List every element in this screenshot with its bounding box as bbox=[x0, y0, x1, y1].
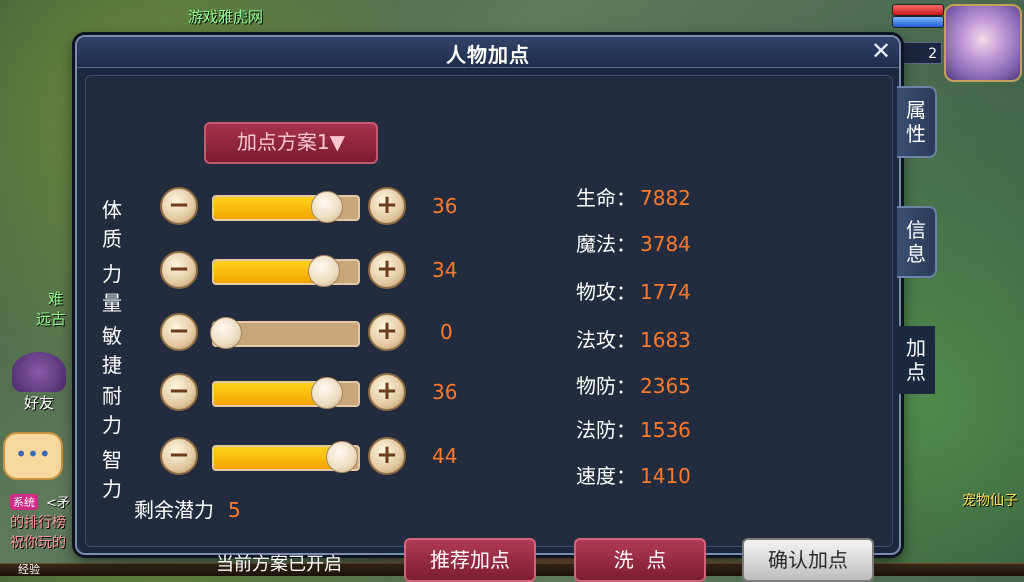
attr-label: 法防： bbox=[576, 418, 636, 442]
plus-button[interactable]: + bbox=[368, 373, 406, 411]
friend-label[interactable]: 好友 bbox=[24, 392, 54, 413]
stat-slider[interactable] bbox=[210, 317, 360, 349]
attr-physical-defense: 物防： 2365 bbox=[576, 370, 691, 399]
attr-value: 1410 bbox=[640, 464, 691, 488]
recommend-points-button[interactable]: 推荐加点 bbox=[404, 538, 536, 582]
plus-button[interactable]: + bbox=[368, 187, 406, 225]
chat-line-2: 的排行榜 bbox=[10, 515, 66, 531]
player-avatar[interactable] bbox=[944, 4, 1022, 82]
stat-slider-fill bbox=[214, 197, 326, 219]
stat-slider-knob[interactable] bbox=[308, 255, 340, 287]
stat-slider[interactable] bbox=[212, 255, 360, 287]
minus-button[interactable]: − bbox=[160, 437, 198, 475]
confirm-points-button[interactable]: 确认加点 bbox=[742, 538, 874, 582]
attr-physical-attack: 物攻： 1774 bbox=[576, 276, 691, 305]
tab-label: 加点 bbox=[906, 336, 926, 384]
attr-value: 1536 bbox=[640, 418, 691, 442]
stat-label: 体质 bbox=[102, 198, 122, 251]
plus-button[interactable]: + bbox=[368, 313, 406, 351]
stat-label: 力量 bbox=[102, 262, 122, 315]
stat-label: 智力 bbox=[102, 448, 122, 501]
attr-magic-defense: 法防： 1536 bbox=[576, 414, 691, 443]
minus-button[interactable]: − bbox=[160, 313, 198, 351]
dialog-title: 人物加点 bbox=[446, 43, 530, 67]
attr-label: 物攻： bbox=[576, 280, 636, 304]
left-name-2: 远古 bbox=[36, 310, 67, 328]
minus-button[interactable]: − bbox=[160, 187, 198, 225]
tab-info[interactable]: 信息 bbox=[897, 206, 937, 278]
stat-slider-knob[interactable] bbox=[311, 377, 343, 409]
attr-label: 法攻： bbox=[576, 328, 636, 352]
attr-label: 物防： bbox=[576, 374, 636, 398]
tab-label: 信息 bbox=[906, 218, 926, 266]
friend-icon[interactable] bbox=[12, 352, 66, 392]
mp-bar bbox=[892, 16, 944, 28]
attribute-point-dialog: 人物加点 ✕ 加点方案1▼ 体质 − + 36 力量 − + 34 敏捷 − +… bbox=[75, 35, 901, 582]
tab-attributes[interactable]: 属性 bbox=[897, 86, 937, 158]
stat-slider-fill bbox=[214, 261, 323, 283]
stat-slider[interactable] bbox=[212, 377, 360, 409]
stat-label: 耐力 bbox=[102, 384, 122, 437]
stat-slider-knob[interactable] bbox=[311, 191, 343, 223]
stat-slider-fill bbox=[214, 447, 341, 469]
dialog-content: 加点方案1▼ 体质 − + 36 力量 − + 34 敏捷 − + 0 耐力 −… bbox=[85, 75, 893, 582]
attr-magic-attack: 法攻： 1683 bbox=[576, 324, 691, 353]
stat-value: 36 bbox=[432, 194, 458, 218]
minus-button[interactable]: − bbox=[160, 251, 198, 289]
plus-button[interactable]: + bbox=[368, 437, 406, 475]
stat-slider-knob[interactable] bbox=[210, 317, 242, 349]
close-icon[interactable]: ✕ bbox=[869, 39, 893, 63]
attr-mp: 魔法： 3784 bbox=[576, 228, 691, 257]
attr-label: 魔法： bbox=[576, 232, 636, 256]
attr-value: 2365 bbox=[640, 374, 691, 398]
stat-slider-fill bbox=[214, 383, 326, 405]
attr-speed: 速度： 1410 bbox=[576, 460, 691, 489]
exp-label: 经验 bbox=[18, 563, 40, 576]
tab-add-points[interactable]: 加点 bbox=[897, 326, 935, 394]
stat-value: 36 bbox=[432, 380, 458, 404]
remaining-label: 剩余潜力 bbox=[134, 498, 214, 522]
level-indicator: 2 bbox=[902, 42, 942, 64]
remaining-value: 5 bbox=[228, 498, 241, 522]
attr-hp: 生命： 7882 bbox=[576, 182, 691, 211]
stat-slider[interactable] bbox=[212, 441, 360, 473]
system-badge: 系统 bbox=[10, 494, 38, 510]
attr-value: 7882 bbox=[640, 186, 691, 210]
scheme-status-text: 当前方案已开启 bbox=[216, 554, 342, 575]
stat-label: 敏捷 bbox=[102, 324, 122, 377]
chat-icon[interactable] bbox=[3, 432, 63, 480]
chat-line-1: <矛 bbox=[46, 496, 70, 511]
attr-value: 1683 bbox=[640, 328, 691, 352]
stat-slider-knob[interactable] bbox=[326, 441, 358, 473]
stat-value: 34 bbox=[432, 258, 458, 282]
stat-value: 44 bbox=[432, 444, 458, 468]
remaining-points: 剩余潜力 5 bbox=[134, 494, 241, 523]
attr-value: 1774 bbox=[640, 280, 691, 304]
plus-button[interactable]: + bbox=[368, 251, 406, 289]
scheme-dropdown[interactable]: 加点方案1▼ bbox=[204, 122, 378, 164]
pet-label: 宠物仙子 bbox=[962, 493, 1018, 509]
dialog-titlebar: 人物加点 ✕ bbox=[77, 37, 899, 68]
left-name-1: 难 bbox=[48, 290, 64, 308]
stat-slider[interactable] bbox=[212, 191, 360, 223]
watermark-text: 游戏雅虎网 bbox=[188, 8, 264, 26]
attr-label: 速度： bbox=[576, 464, 636, 488]
stat-value: 0 bbox=[440, 320, 453, 344]
chat-line-3: 祝你玩的 bbox=[10, 535, 66, 551]
attr-label: 生命： bbox=[576, 186, 636, 210]
reset-points-button[interactable]: 洗 点 bbox=[574, 538, 706, 582]
tab-label: 属性 bbox=[906, 98, 926, 146]
minus-button[interactable]: − bbox=[160, 373, 198, 411]
hp-bar bbox=[892, 4, 944, 16]
attr-value: 3784 bbox=[640, 232, 691, 256]
